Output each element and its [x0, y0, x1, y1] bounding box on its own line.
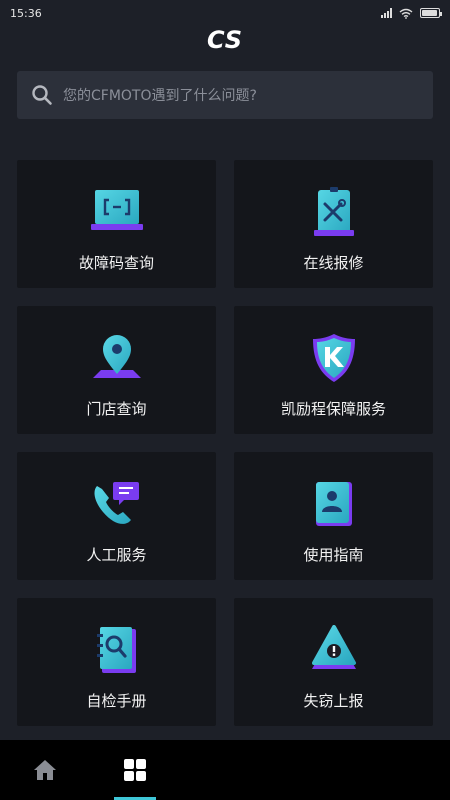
- card-label: 人工服务: [86, 546, 147, 564]
- search-bar[interactable]: 您的CFMOTO遇到了什么问题?: [17, 71, 433, 119]
- tab-3[interactable]: [180, 740, 270, 800]
- online-repair-card[interactable]: 在线报修: [234, 160, 433, 288]
- service-grid: 故障码查询 在线报修 门店查询 凯励程保障服务 人工服务 使用指南 自检手册 失…: [17, 160, 433, 726]
- repair-tools-icon: [304, 184, 364, 240]
- user-guide-book-icon: [304, 476, 364, 532]
- self-check-manual-icon: [87, 622, 147, 678]
- card-label: 在线报修: [303, 254, 364, 272]
- wifi-icon: [399, 8, 413, 19]
- search-icon: [32, 85, 52, 105]
- warranty-service-card[interactable]: 凯励程保障服务: [234, 306, 433, 434]
- signal-icon: [381, 8, 392, 18]
- fault-code-query-card[interactable]: 故障码查询: [17, 160, 216, 288]
- shield-k-icon: [304, 330, 364, 386]
- tab-5[interactable]: [360, 740, 450, 800]
- card-label: 使用指南: [303, 546, 364, 564]
- tab-4[interactable]: [270, 740, 360, 800]
- theft-warning-icon: [304, 622, 364, 678]
- app-logo: CS: [206, 26, 244, 54]
- card-label: 凯励程保障服务: [280, 400, 386, 418]
- user-guide-card[interactable]: 使用指南: [234, 452, 433, 580]
- home-icon: [34, 760, 56, 780]
- card-label: 自检手册: [86, 692, 147, 710]
- card-label: 门店查询: [86, 400, 147, 418]
- status-bar: 15:36: [0, 0, 450, 26]
- battery-icon: [420, 8, 442, 18]
- store-query-card[interactable]: 门店查询: [17, 306, 216, 434]
- status-time: 15:36: [10, 6, 42, 20]
- search-placeholder: 您的CFMOTO遇到了什么问题?: [63, 88, 257, 104]
- theft-report-card[interactable]: 失窃上报: [234, 598, 433, 726]
- bottom-tab-bar: [0, 740, 450, 800]
- card-label: 失窃上报: [303, 692, 364, 710]
- phone-chat-icon: [87, 476, 147, 532]
- self-check-manual-card[interactable]: 自检手册: [17, 598, 216, 726]
- tab-services[interactable]: [90, 740, 180, 800]
- customer-service-card[interactable]: 人工服务: [17, 452, 216, 580]
- fault-code-monitor-icon: [87, 184, 147, 240]
- tab-home[interactable]: [0, 740, 90, 800]
- grid-icon: [124, 759, 146, 781]
- status-icons: [381, 8, 442, 19]
- card-label: 故障码查询: [78, 254, 154, 272]
- location-pin-icon: [87, 330, 147, 386]
